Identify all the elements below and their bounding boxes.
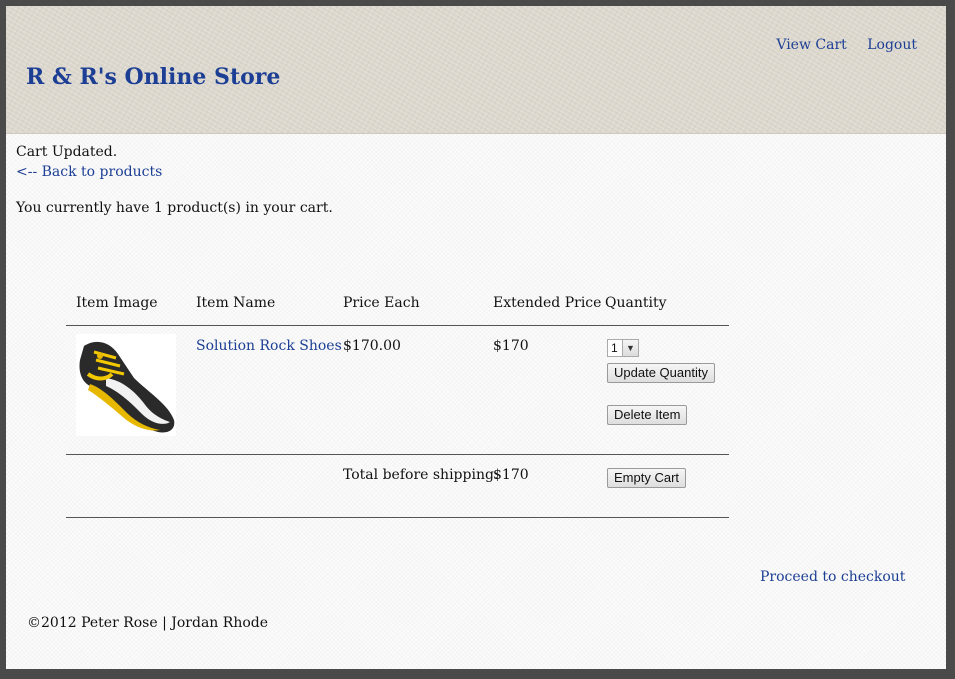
site-header: R & R's Online Store View Cart Logout xyxy=(6,6,946,134)
cart-total-row: Total before shipping: $170 Empty Cart xyxy=(66,455,729,518)
column-header-item-name: Item Name xyxy=(196,295,276,311)
total-value: $170 xyxy=(493,467,529,483)
status-message: Cart Updated. xyxy=(16,144,118,160)
column-header-item-image: Item Image xyxy=(76,295,158,311)
column-header-extended-price: Extended Price xyxy=(493,295,602,311)
cart-header-row: Item Image Item Name Price Each Extended… xyxy=(66,288,729,326)
item-name-link[interactable]: Solution Rock Shoes xyxy=(196,338,342,354)
climbing-shoe-image xyxy=(76,334,176,436)
total-label: Total before shipping: xyxy=(343,467,499,483)
site-title: R & R's Online Store xyxy=(26,64,281,90)
chevron-down-icon: ▼ xyxy=(622,340,638,356)
logout-link[interactable]: Logout xyxy=(867,37,917,53)
delete-item-button[interactable]: Delete Item xyxy=(607,405,688,425)
item-extended-price: $170 xyxy=(493,338,529,354)
cart-count-text: You currently have 1 product(s) in your … xyxy=(16,200,333,216)
footer-copyright: ©2012 Peter Rose | Jordan Rhode xyxy=(27,615,269,631)
cart-item-row: Solution Rock Shoes $170.00 $170 1 ▼ Upd… xyxy=(66,326,729,455)
update-quantity-button[interactable]: Update Quantity xyxy=(607,363,715,383)
page-frame: R & R's Online Store View Cart Logout Ca… xyxy=(6,6,946,669)
column-header-price-each: Price Each xyxy=(343,295,420,311)
back-to-products-link[interactable]: <-- Back to products xyxy=(16,164,162,180)
empty-cart-button[interactable]: Empty Cart xyxy=(607,468,687,488)
proceed-to-checkout-link[interactable]: Proceed to checkout xyxy=(760,569,905,585)
cart-table: Item Image Item Name Price Each Extended… xyxy=(66,288,729,518)
quantity-select[interactable]: 1 ▼ xyxy=(607,339,639,357)
quantity-value: 1 xyxy=(611,341,618,355)
item-price-each: $170.00 xyxy=(343,338,401,354)
column-header-quantity: Quantity xyxy=(605,295,667,311)
view-cart-link[interactable]: View Cart xyxy=(776,37,846,53)
top-nav: View Cart Logout xyxy=(760,37,917,53)
